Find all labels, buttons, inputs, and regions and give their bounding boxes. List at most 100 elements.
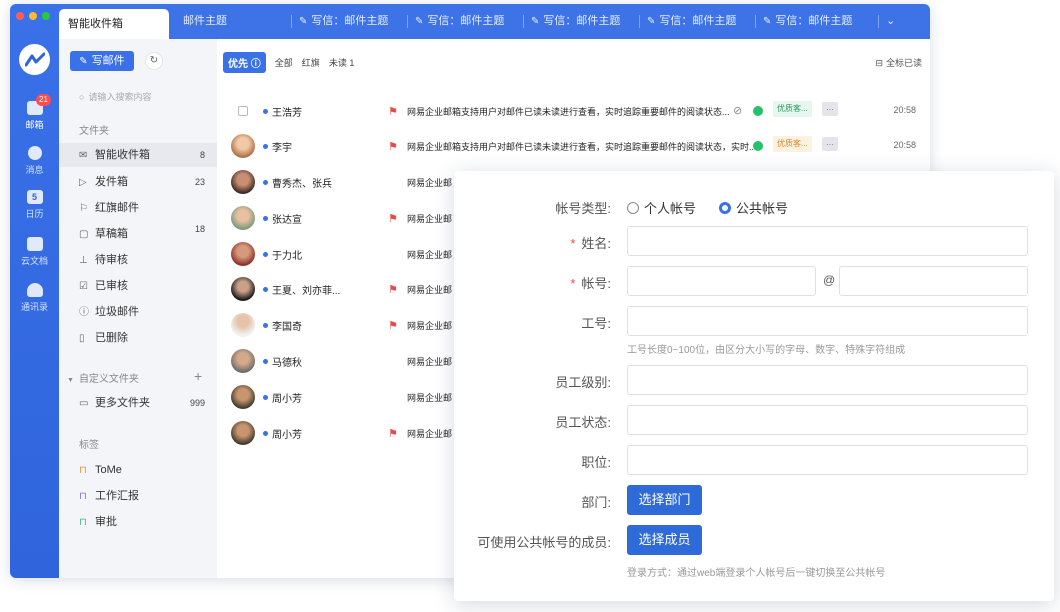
unread-dot: [263, 395, 268, 400]
rail-item-calendar[interactable]: 5 日历: [10, 190, 59, 220]
more-tags-button[interactable]: …: [822, 137, 838, 151]
tab-compose[interactable]: ✎ 写信：邮件主题: [291, 4, 388, 39]
tag-label: ToMe: [95, 464, 122, 476]
unread-dot: [263, 109, 268, 114]
red-flag-icon[interactable]: ⚑: [388, 427, 398, 440]
red-flag-icon[interactable]: ⚑: [388, 283, 398, 296]
folder-sent[interactable]: ▷ 发件箱 23: [59, 170, 217, 194]
filter-unread[interactable]: 未读 1: [329, 56, 355, 69]
folder-spam[interactable]: ⓘ 垃圾邮件: [59, 300, 217, 324]
tab-label: 写信：邮件主题: [543, 15, 621, 27]
red-flag-icon[interactable]: ⚑: [388, 319, 398, 332]
search-input[interactable]: ○ 请输入搜索内容: [79, 90, 151, 103]
calendar-icon: 5: [26, 190, 43, 204]
folder-drafts[interactable]: ▢ 草稿箱 18: [59, 222, 217, 246]
filter-flagged[interactable]: 红旗: [302, 56, 320, 69]
account-name-field[interactable]: [627, 266, 816, 296]
folder-label: 待审核: [95, 254, 128, 266]
tab-label: 写信：邮件主题: [659, 15, 737, 27]
tab-compose[interactable]: ✎ 写信：邮件主题: [523, 4, 621, 39]
tags-header: 标签: [79, 440, 99, 451]
sender-name: 李宇: [272, 143, 292, 154]
folder-count: 23: [194, 177, 205, 187]
pen-icon: ✎: [79, 56, 88, 67]
folder-reviewed[interactable]: ☑ 已审核: [59, 274, 217, 298]
folder-flagged[interactable]: ⚐ 红旗邮件: [59, 196, 217, 220]
employee-level-field[interactable]: [627, 365, 1028, 395]
folder-pending-review[interactable]: ⊥ 待审核: [59, 248, 217, 272]
tag-work-report[interactable]: ⊓ 工作汇报: [59, 484, 217, 508]
more-tags-button[interactable]: …: [822, 102, 838, 116]
refresh-icon[interactable]: ↻: [145, 52, 163, 70]
folder-label: 红旗邮件: [95, 202, 139, 214]
mail-row[interactable]: 李宇 ⚑ 网易企业邮箱支持用户对邮件已读未读进行查看，实时追踪重要邮件的阅读状态…: [217, 128, 930, 164]
mail-subject: 网易企业邮: [407, 357, 453, 367]
rail-item-messages[interactable]: 消息: [10, 146, 59, 176]
tab-smart-inbox[interactable]: 智能收件箱: [59, 9, 169, 39]
send-icon: ▷: [79, 177, 87, 188]
mail-subject: 网易企业邮: [407, 393, 453, 403]
compose-button[interactable]: ✎ 写邮件: [70, 51, 134, 71]
priority-filter[interactable]: 优先 ⓘ: [223, 52, 266, 73]
add-folder-button[interactable]: +: [194, 368, 202, 384]
red-flag-icon[interactable]: ⚑: [388, 105, 398, 118]
mark-all-read-button[interactable]: ⊟ 全标已读: [875, 56, 922, 69]
sender-name: 马德秋: [272, 358, 302, 369]
unread-dot: [263, 287, 268, 292]
tag-icon: ⊓: [79, 491, 87, 502]
radio-public-account[interactable]: 公共帐号: [719, 198, 788, 217]
mail-time: 20:58: [893, 140, 916, 150]
flag-icon: ⚐: [79, 203, 88, 214]
folders-header: 文件夹: [79, 126, 109, 137]
employee-number-field[interactable]: [627, 306, 1028, 336]
unread-dot: [263, 180, 268, 185]
rail-item-contacts[interactable]: 通讯录: [10, 283, 59, 313]
tag-label: 审批: [95, 516, 117, 528]
folder-more[interactable]: ▭ 更多文件夹 999: [59, 391, 217, 415]
tag-approval[interactable]: ⊓ 审批: [59, 510, 217, 534]
avatar: [231, 134, 255, 158]
tab-compose[interactable]: ✎ 写信：邮件主题: [407, 4, 505, 39]
tab-label: 写信：邮件主题: [427, 15, 505, 27]
tab-mail-subject[interactable]: 邮件主题: [183, 4, 227, 39]
unread-badge: 21: [36, 94, 51, 106]
folder-smart-inbox[interactable]: ✉ 智能收件箱 8: [59, 143, 217, 167]
tab-compose[interactable]: ✎ 写信：邮件主题: [639, 4, 737, 39]
account-domain-field[interactable]: [839, 266, 1028, 296]
mark-all-label: 全标已读: [885, 58, 922, 68]
employee-status-label: 员工状态:: [555, 415, 611, 430]
red-flag-icon[interactable]: ⚑: [388, 212, 398, 225]
filter-all[interactable]: 全部: [275, 56, 293, 69]
mail-tag[interactable]: 优质客...: [773, 136, 812, 152]
red-flag-icon[interactable]: ⚑: [388, 140, 398, 153]
folder-icon: ▭: [79, 398, 89, 409]
rail-item-mail[interactable]: 21 邮箱: [10, 94, 59, 131]
unread-dot: [263, 144, 268, 149]
mail-row[interactable]: 王浩芳 ⚑ 网易企业邮箱支持用户对邮件已读未读进行查看，实时追踪重要邮件的阅读状…: [217, 93, 930, 129]
tab-compose[interactable]: ✎ 写信：邮件主题: [755, 4, 852, 39]
employee-status-field[interactable]: [627, 405, 1028, 435]
rail-item-docs[interactable]: 云文档: [10, 237, 59, 267]
close-window-button[interactable]: [16, 12, 24, 20]
app-logo-icon: [19, 44, 50, 75]
chip-label: 优先: [228, 59, 248, 70]
select-department-button[interactable]: 选择部门: [627, 485, 702, 515]
radio-personal-account[interactable]: 个人帐号: [627, 198, 696, 217]
row-checkbox[interactable]: [238, 106, 248, 116]
custom-folders-header[interactable]: ▼ 自定义文件夹: [67, 370, 139, 385]
contacts-icon: [26, 283, 43, 297]
select-members-button[interactable]: 选择成员: [627, 525, 702, 555]
tabs-more-button[interactable]: ⌄: [878, 4, 895, 39]
minimize-window-button[interactable]: [29, 12, 37, 20]
sender-name: 周小芳: [272, 394, 302, 405]
department-label: 部门:: [581, 495, 611, 510]
avatar: [231, 206, 255, 230]
draft-icon: ▢: [79, 229, 89, 240]
maximize-window-button[interactable]: [42, 12, 50, 20]
folder-deleted[interactable]: ▯ 已删除: [59, 326, 217, 350]
employee-number-hint: 工号长度0~100位，由区分大小写的字母、数字、特殊字符组成: [627, 345, 906, 356]
name-field[interactable]: [627, 226, 1028, 256]
tag-tome[interactable]: ⊓ ToMe: [59, 458, 217, 482]
mail-tag[interactable]: 优质客...: [773, 101, 812, 117]
position-field[interactable]: [627, 445, 1028, 475]
